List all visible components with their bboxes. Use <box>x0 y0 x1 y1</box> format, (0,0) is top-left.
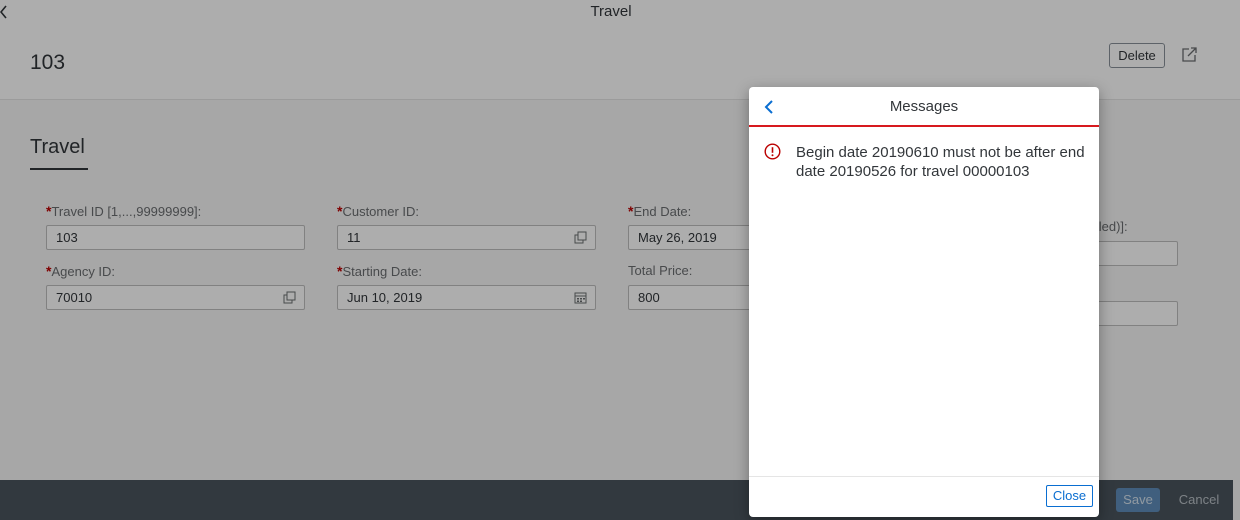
close-button[interactable]: Close <box>1046 485 1093 507</box>
error-icon <box>764 143 781 160</box>
message-item[interactable]: Begin date 20190610 must not be after en… <box>749 137 1099 187</box>
dialog-footer: Close <box>749 476 1099 517</box>
message-text: Begin date 20190610 must not be after en… <box>796 144 1085 180</box>
dialog-header: Messages <box>749 87 1099 127</box>
messages-dialog: Messages Begin date 20190610 must not be… <box>749 87 1099 517</box>
dialog-title: Messages <box>889 98 959 115</box>
